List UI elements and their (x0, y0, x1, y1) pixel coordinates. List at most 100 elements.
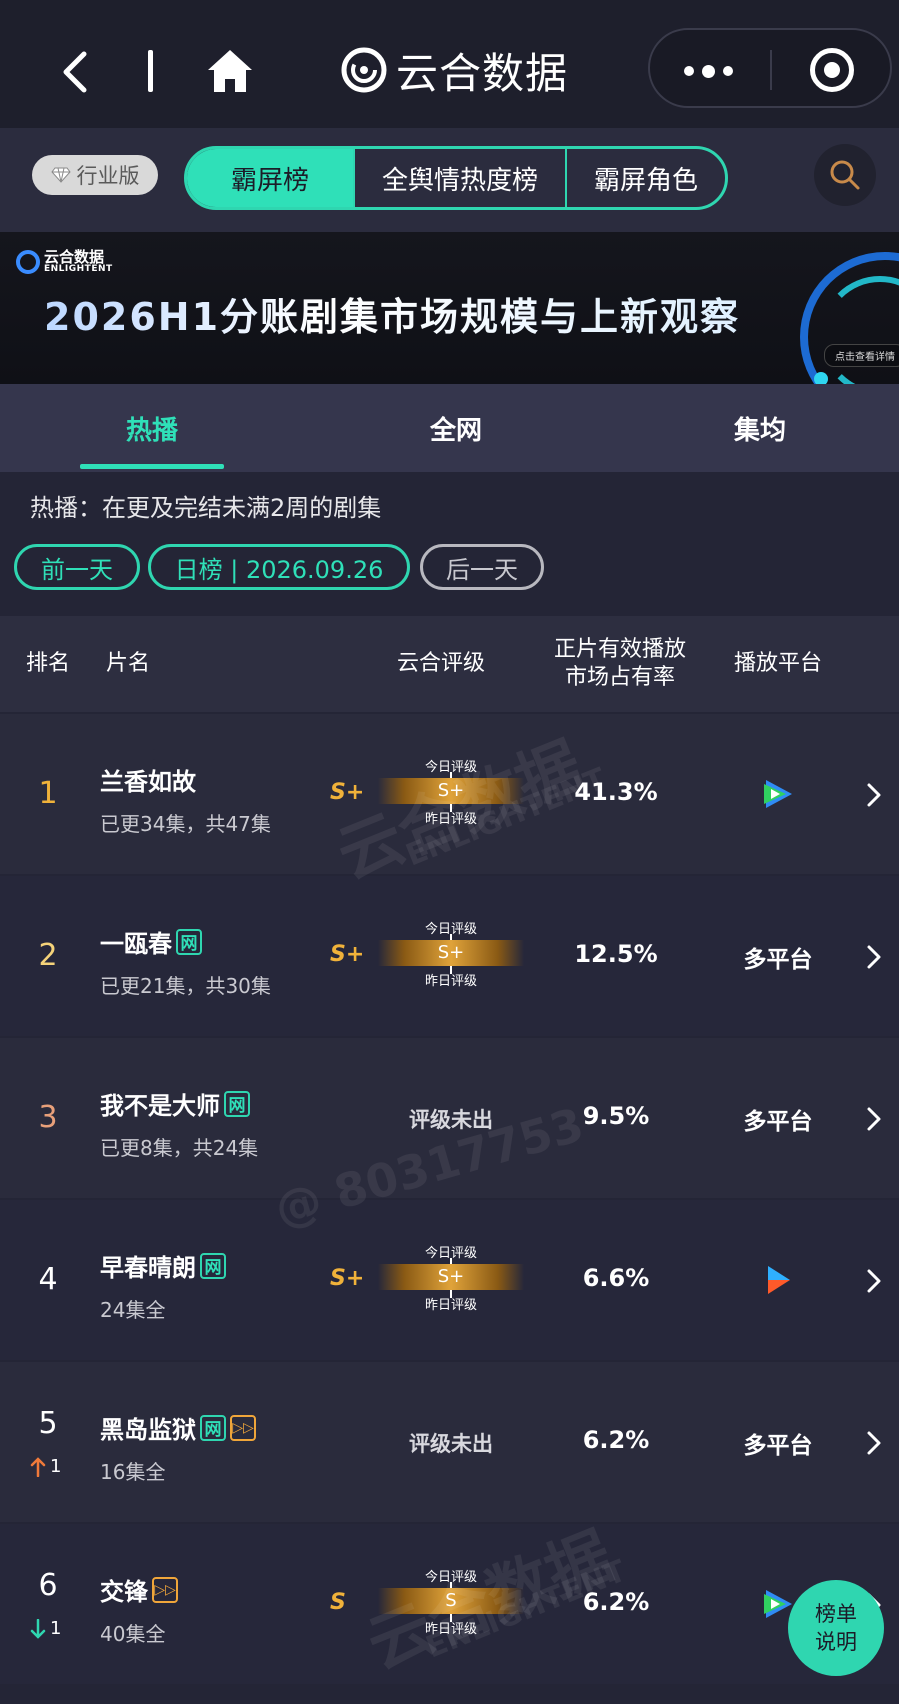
grade-bar-value: S (445, 1590, 457, 1611)
episode-status: 40集全 (100, 1622, 166, 1646)
drama-title: 我不是大师网 (100, 1086, 250, 1121)
rank-down-arrow-icon (30, 1618, 46, 1639)
grade-current: S+ (330, 1266, 365, 1291)
next-day-button[interactable]: 后一天 (420, 544, 544, 590)
drama-title-text: 兰香如故 (100, 768, 196, 796)
back-arrow-icon[interactable] (56, 48, 96, 96)
header-share-line2: 市场占有率 (564, 665, 675, 690)
table-row[interactable]: 1 兰香如故已更34集，共47集 S+ 今日评级 S+ 昨日评级 41.3% (0, 714, 899, 874)
banner-cta[interactable]: 点击查看详情 (824, 344, 899, 367)
more-menu-icon[interactable] (684, 65, 733, 78)
banner-dot-decoration (814, 372, 828, 384)
grade-comparison: 今日评级 S+ 昨日评级 (378, 1242, 524, 1313)
web-drama-badge: 网 (224, 1090, 250, 1117)
market-share: 6.2% (582, 1588, 650, 1616)
youku-icon (768, 1266, 790, 1294)
diamond-icon (50, 167, 71, 183)
active-tab-indicator (80, 464, 224, 469)
close-target-icon[interactable] (810, 48, 854, 92)
tab-hot-airing[interactable]: 热播 (72, 384, 232, 472)
industry-edition-badge[interactable]: 行业版 (32, 155, 158, 195)
home-icon[interactable] (206, 48, 254, 94)
drama-title-text: 交锋 (100, 1578, 148, 1606)
grade-comparison: 今日评级 S+ 昨日评级 (378, 756, 524, 827)
rank-change-value: 1 (50, 1456, 62, 1477)
grade-pending: 评级未出 (409, 1432, 493, 1456)
prev-day-button[interactable]: 前一天 (14, 544, 140, 590)
banner-logo-en: ENLIGHTENT (44, 264, 113, 274)
grade-current: S+ (330, 780, 365, 805)
grade-current: S (330, 1590, 346, 1615)
chevron-right-icon[interactable] (866, 1106, 882, 1132)
rank-number: 2 (38, 938, 58, 973)
exclusive-play-badge-icon: ▷▷ (230, 1414, 256, 1441)
tab-dominant-roles[interactable]: 霸屏角色 (565, 149, 725, 207)
banner-logo-cn: 云合数据 (44, 248, 105, 266)
market-share: 41.3% (574, 778, 658, 806)
current-date-selector[interactable]: 日榜 | 2026.09.26 (148, 544, 410, 590)
table-row[interactable]: 5 1 黑岛监狱网 ▷▷ 16集全 评级未出 6.2% 多平台 (0, 1362, 899, 1522)
table-row[interactable]: 4 早春晴朗网 24集全 S+ 今日评级 S+ 昨日评级 6.6% (0, 1200, 899, 1360)
grade-bar-value: S+ (437, 780, 465, 801)
table-row[interactable]: 6 1 交锋 ▷▷ 40集全 S 今日评级 S 昨日评级 6.2% (0, 1524, 899, 1684)
market-share: 6.2% (582, 1426, 650, 1454)
platform-label: 多平台 (743, 947, 813, 973)
drama-title-text: 早春晴朗 (100, 1254, 196, 1282)
app-title: 云合数据 (396, 48, 569, 98)
header-grade: 云合评级 (396, 651, 485, 676)
drama-title-text: 黑岛监狱 (100, 1416, 196, 1444)
rank-number: 3 (38, 1100, 58, 1135)
grade-pending: 评级未出 (409, 1108, 493, 1132)
platform-label: 多平台 (743, 1433, 813, 1459)
drama-title: 一瓯春网 (100, 924, 202, 959)
app-brand: 云合数据 (340, 40, 568, 100)
rank-number: 1 (38, 776, 58, 811)
chart-explanation-button[interactable]: 榜单 说明 (788, 1580, 884, 1676)
table-row[interactable]: 3 我不是大师网已更8集，共24集 评级未出 9.5% 多平台 (0, 1038, 899, 1198)
capsule-divider (770, 50, 772, 90)
rank-number: 4 (38, 1262, 58, 1297)
drama-title: 交锋 ▷▷ (100, 1572, 178, 1607)
market-share: 6.6% (582, 1264, 650, 1292)
table-header: 排名 片名 云合评级 正片有效播放 市场占有率 播放平台 (0, 616, 899, 712)
grade-current: S+ (330, 942, 365, 967)
yunhe-logo-icon (341, 47, 387, 93)
header-share-line1: 正片有效播放 (553, 637, 686, 662)
table-row[interactable]: 2 一瓯春网已更21集，共30集 S+ 今日评级 S+ 昨日评级 12.5% 多平台 (0, 876, 899, 1036)
industry-edition-label: 行业版 (76, 164, 140, 188)
chart-description: 热播：在更及完结未满2周的剧集 (30, 494, 382, 522)
market-share: 12.5% (574, 940, 658, 968)
episode-status: 已更21集，共30集 (100, 974, 271, 998)
rank-change: 1 (30, 1456, 61, 1477)
banner-logo: 云合数据 ENLIGHTENT (16, 250, 113, 274)
chevron-right-icon[interactable] (866, 1268, 882, 1294)
category-bar: 行业版 霸屏榜 全舆情热度榜 霸屏角色 (0, 128, 899, 232)
web-drama-badge: 网 (200, 1252, 226, 1279)
search-icon (830, 160, 860, 190)
rank-change: 1 (30, 1618, 61, 1639)
grade-comparison: 今日评级 S 昨日评级 (378, 1566, 524, 1637)
grade-yesterday-label: 昨日评级 (424, 1622, 477, 1637)
search-button[interactable] (814, 144, 876, 206)
tab-dominance-chart[interactable]: 霸屏榜 (187, 149, 353, 207)
exclusive-play-badge-icon: ▷▷ (152, 1576, 178, 1603)
rank-up-arrow-icon (30, 1456, 46, 1477)
chevron-right-icon[interactable] (866, 782, 882, 808)
tencent-video-icon (764, 780, 792, 808)
rank-number: 5 (38, 1406, 58, 1441)
tab-public-opinion-chart[interactable]: 全舆情热度榜 (353, 149, 565, 207)
nav-divider (148, 50, 153, 92)
market-share: 9.5% (582, 1102, 650, 1130)
episode-status: 已更34集，共47集 (100, 812, 271, 836)
tab-per-episode[interactable]: 集均 (680, 384, 840, 472)
chevron-right-icon[interactable] (866, 1430, 882, 1456)
web-drama-badge: 网 (200, 1414, 226, 1441)
header-title: 片名 (105, 651, 150, 676)
drama-title-text: 一瓯春 (100, 930, 172, 958)
promo-banner[interactable]: 云合数据 ENLIGHTENT 2026H1分账剧集市场规模与上新观察 点击查看… (0, 232, 899, 384)
chevron-right-icon[interactable] (866, 944, 882, 970)
rank-number: 6 (38, 1568, 58, 1603)
episode-status: 16集全 (100, 1460, 166, 1484)
ranking-type-tabs: 霸屏榜 全舆情热度榜 霸屏角色 (184, 146, 728, 210)
tab-all-network[interactable]: 全网 (376, 384, 536, 472)
